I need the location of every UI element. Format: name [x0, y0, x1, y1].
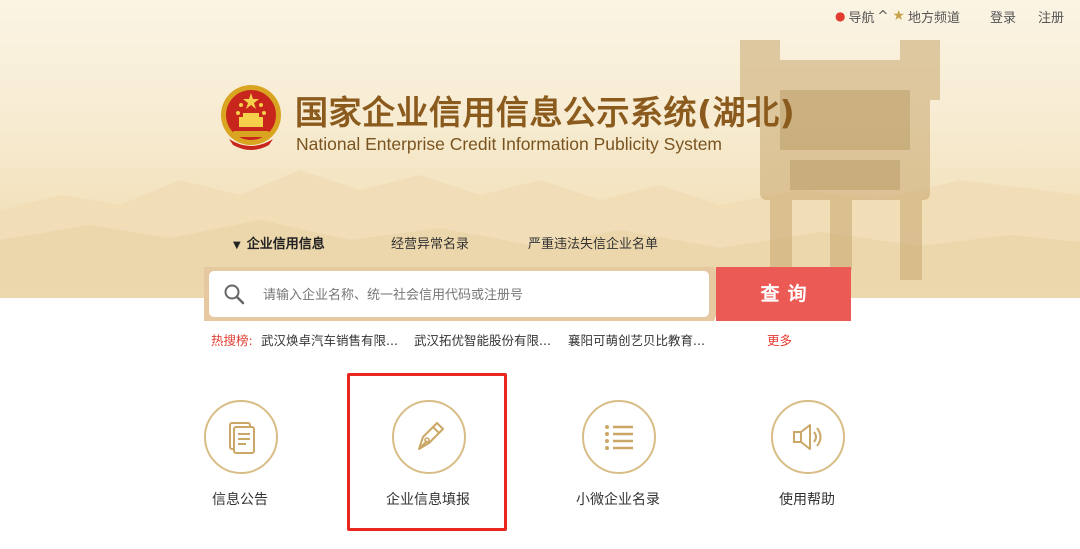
- service-help[interactable]: 使用帮助: [737, 400, 877, 520]
- hot-search-item[interactable]: 襄阳可萌创艺贝比教育...: [568, 330, 705, 349]
- service-grid: 信息公告 企业信息填报 小微企业名录 使用帮助: [0, 400, 1080, 520]
- tab-label: 企业信用信息: [246, 237, 325, 252]
- tab-abnormal-operation[interactable]: 经营异常名录: [391, 233, 469, 252]
- site-subtitle: National Enterprise Credit Information P…: [296, 134, 723, 154]
- top-navigation: ● 导航 ^ ★ 地方频道 登录 注册: [835, 6, 1064, 26]
- triangle-down-icon: ▼: [233, 240, 241, 251]
- national-emblem: [221, 85, 281, 150]
- service-icon-circle: [771, 400, 845, 474]
- service-label: 信息公告: [212, 492, 268, 508]
- list-icon: [605, 425, 633, 450]
- tab-enterprise-credit[interactable]: ▼ 企业信用信息: [233, 233, 325, 252]
- search-input[interactable]: [261, 271, 705, 319]
- hot-search-label: 热搜榜:: [211, 333, 253, 348]
- hot-search-more-link[interactable]: 更多: [767, 330, 792, 349]
- service-info-announcement[interactable]: 信息公告: [170, 400, 310, 520]
- document-icon: [229, 422, 255, 454]
- speaker-icon: [793, 424, 822, 450]
- register-link[interactable]: 注册: [1038, 7, 1064, 26]
- search-field[interactable]: [209, 271, 709, 319]
- star-icon: ★: [892, 8, 905, 24]
- chevron-up-icon: ^: [877, 8, 889, 24]
- search-icon: [224, 284, 245, 305]
- service-small-micro-list[interactable]: 小微企业名录: [548, 400, 688, 520]
- service-label: 使用帮助: [779, 492, 835, 508]
- login-link[interactable]: 登录: [990, 7, 1016, 26]
- location-pin-icon: ●: [834, 9, 846, 23]
- nav-menu[interactable]: ● 导航 ^: [835, 7, 888, 26]
- local-channel-link[interactable]: ★ 地方频道: [892, 7, 960, 26]
- nav-label: 导航: [848, 10, 875, 26]
- service-icon-circle: [204, 400, 278, 474]
- highlight-annotation: [347, 373, 507, 531]
- hot-search-item[interactable]: 武汉拓优智能股份有限...: [414, 330, 551, 349]
- tab-serious-violation[interactable]: 严重违法失信企业名单: [528, 233, 658, 252]
- search-button[interactable]: 查询: [716, 267, 851, 321]
- site-title: 国家企业信用信息公示系统(湖北): [295, 93, 796, 132]
- service-label: 小微企业名录: [576, 492, 660, 508]
- local-channel-label: 地方频道: [907, 10, 960, 26]
- search-bar: [204, 267, 714, 321]
- service-icon-circle: [582, 400, 656, 474]
- hot-search-item[interactable]: 武汉焕卓汽车销售有限...: [261, 330, 398, 349]
